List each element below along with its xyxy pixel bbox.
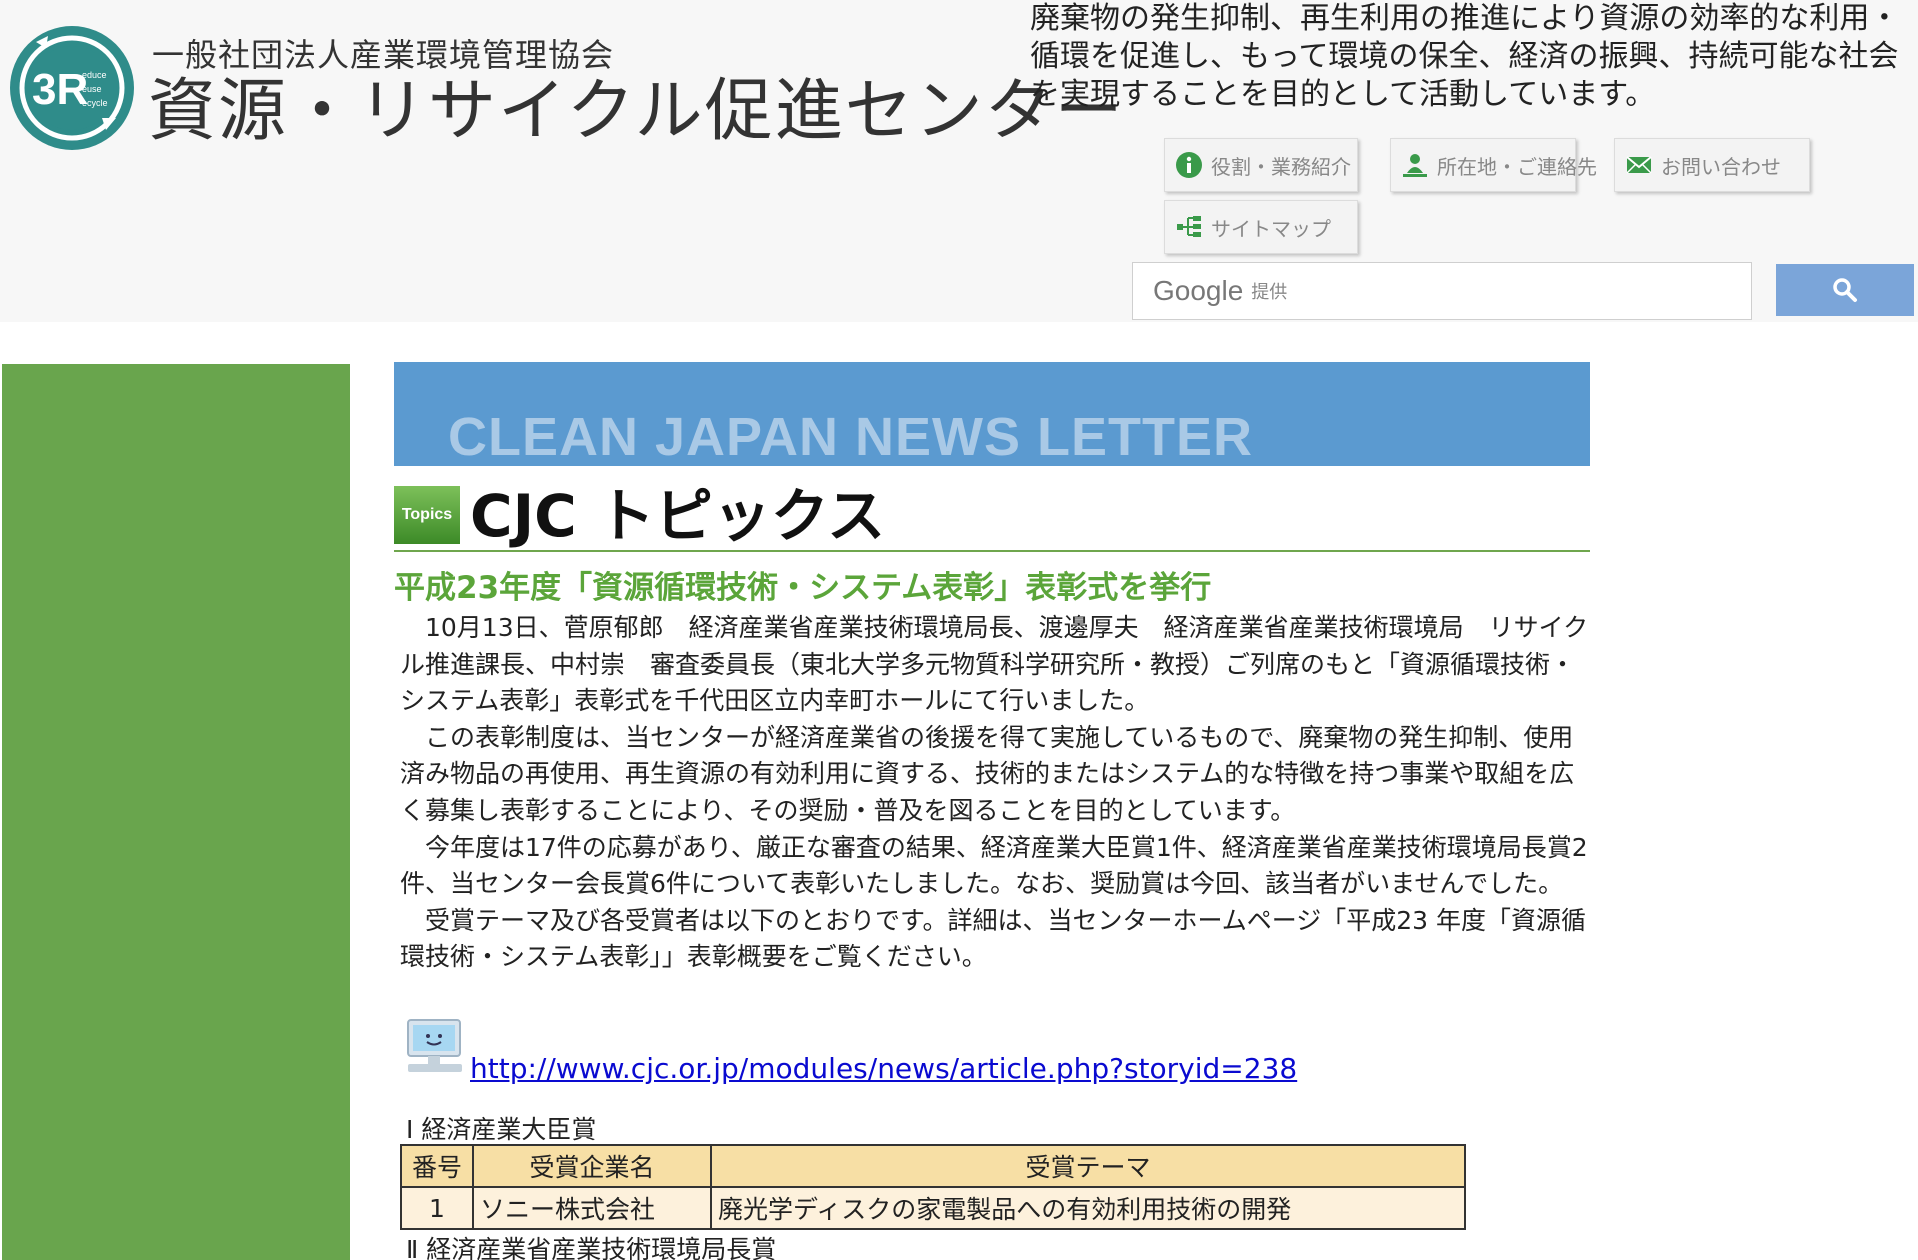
header-theme: 受賞テーマ <box>710 1144 1466 1188</box>
article-link[interactable]: http://www.cjc.or.jp/modules/news/articl… <box>470 1052 1297 1085</box>
nav-contact-button[interactable]: お問い合わせ <box>1614 138 1810 192</box>
article-title: 平成23年度「資源循環技術・システム表彰」表彰式を挙行 <box>394 570 1212 606</box>
table-row: 1 ソニー株式会社 廃光学ディスクの家電製品への有効利用技術の開発 <box>400 1186 1466 1230</box>
article-paragraph: この表彰制度は、当センターが経済産業省の後援を得て実施しているもので、廃棄物の発… <box>400 722 1575 825</box>
cell-company: ソニー株式会社 <box>472 1186 712 1230</box>
header-company: 受賞企業名 <box>472 1144 712 1188</box>
newsletter-banner: CLEAN JAPAN NEWS LETTER <box>394 362 1590 466</box>
mail-icon <box>1626 156 1652 174</box>
svg-text:educe: educe <box>82 70 107 80</box>
org-name[interactable]: 資源・リサイクル促進センター <box>148 72 1125 152</box>
nav-role-button[interactable]: 役割・業務紹介 <box>1164 138 1358 192</box>
svg-text:euse: euse <box>82 84 102 94</box>
google-suffix: 提供 <box>1251 282 1288 303</box>
nav-role-label: 役割・業務紹介 <box>1211 154 1351 179</box>
table-header-row: 番号 受賞企業名 受賞テーマ <box>400 1144 1466 1188</box>
nav-sitemap-button[interactable]: サイトマップ <box>1164 200 1358 254</box>
cell-theme: 廃光学ディスクの家電製品への有効利用技術の開発 <box>710 1186 1466 1230</box>
article-paragraph: 受賞テーマ及び各受賞者は以下のとおりです。詳細は、当センターホームページ「平成2… <box>400 905 1587 972</box>
nav-contact-label: お問い合わせ <box>1661 154 1781 179</box>
org-subtitle: 一般社団法人産業環境管理協会 <box>152 36 615 74</box>
award-section-1: Ⅰ 経済産業大臣賞 <box>406 1115 597 1144</box>
header-number: 番号 <box>400 1144 474 1188</box>
left-sidebar <box>2 364 350 1260</box>
award-table: 番号 受賞企業名 受賞テーマ 1 ソニー株式会社 廃光学ディスクの家電製品への有… <box>400 1144 1466 1230</box>
nav-location-button[interactable]: 所在地・ご連絡先 <box>1390 138 1597 192</box>
article-paragraph: 10月13日、菅原郁郎 経済産業省産業技術環境局長、渡邊厚夫 経済産業省産業技術… <box>400 613 1589 716</box>
article-body: 10月13日、菅原郁郎 経済産業省産業技術環境局長、渡邊厚夫 経済産業省産業技術… <box>400 610 1596 976</box>
award-section-2: Ⅱ 経済産業省産業技術環境局長賞 <box>406 1235 777 1260</box>
sitemap-icon <box>1177 216 1201 237</box>
location-person-icon <box>1403 154 1427 177</box>
topics-badge: Topics <box>394 486 460 544</box>
google-brand: Google <box>1153 275 1244 306</box>
topics-header: Topics CJC トピックス <box>394 480 1590 552</box>
svg-text:ecycle: ecycle <box>82 98 108 108</box>
logo-text: 3R <box>32 65 88 114</box>
article-paragraph: 今年度は17件の応募があり、厳正な審査の結果、経済産業大臣賞1件、経済産業省産業… <box>400 832 1588 899</box>
nav-sitemap-label: サイトマップ <box>1211 216 1331 241</box>
nav-location-label: 所在地・ご連絡先 <box>1437 154 1597 179</box>
3r-logo[interactable]: 3R educe euse ecycle <box>6 22 138 154</box>
banner-title: CLEAN JAPAN NEWS LETTER <box>448 407 1254 466</box>
search-icon <box>1833 278 1857 302</box>
search-input[interactable]: Google 提供 <box>1132 262 1752 320</box>
site-header: 3R educe euse ecycle 一般社団法人産業環境管理協会 資源・リ… <box>0 0 1918 322</box>
computer-icon <box>407 1019 462 1072</box>
search-button[interactable] <box>1776 264 1914 316</box>
info-icon <box>1176 152 1202 178</box>
topics-title: CJC トピックス <box>470 482 886 550</box>
mission-statement: 廃棄物の発生抑制、再生利用の推進により資源の効率的な利用・循環を促進し、もって環… <box>1030 1 1900 112</box>
cell-number: 1 <box>400 1186 474 1230</box>
